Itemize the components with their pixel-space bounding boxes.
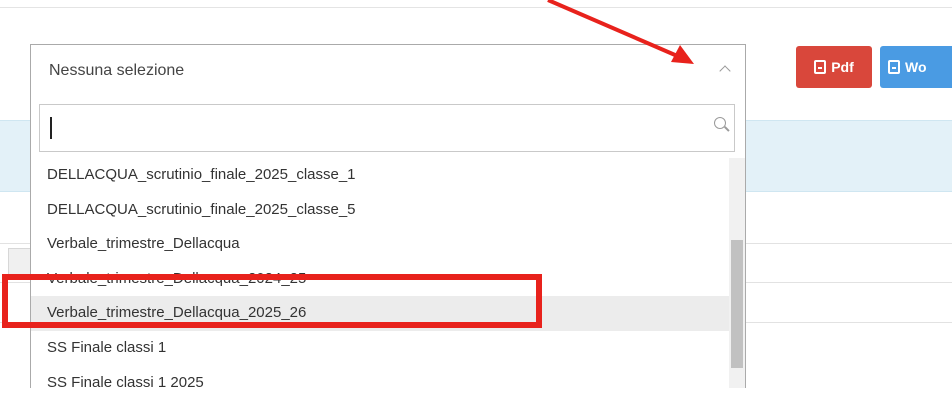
word-button[interactable]: Wo: [880, 46, 952, 88]
text-cursor: [50, 117, 52, 139]
search-icon: [714, 117, 726, 129]
chevron-up-icon[interactable]: [719, 65, 731, 77]
file-pdf-icon: [814, 60, 827, 74]
list-item[interactable]: DELLACQUA_scrutinio_finale_2025_classe_1: [31, 158, 729, 193]
scrollbar-thumb[interactable]: [731, 240, 743, 368]
select-dropdown: DELLACQUA_scrutinio_finale_2025_classe_1…: [30, 98, 746, 391]
list-item[interactable]: SS Finale classi 1: [31, 331, 729, 366]
template-select[interactable]: Nessuna selezione: [30, 44, 746, 98]
list-item[interactable]: DELLACQUA_scrutinio_finale_2025_classe_5: [31, 193, 729, 228]
select-value: Nessuna selezione: [49, 62, 185, 79]
top-divider: [0, 7, 952, 8]
search-box[interactable]: [39, 104, 735, 152]
list-item[interactable]: Verbale_trimestre_Dellacqua: [31, 227, 729, 262]
scrollbar[interactable]: [729, 158, 745, 388]
pdf-button[interactable]: Pdf: [796, 46, 872, 88]
search-input[interactable]: [56, 113, 700, 145]
file-word-icon: [888, 60, 900, 74]
pdf-button-label: Pdf: [831, 59, 854, 75]
highlight-annotation: [2, 274, 542, 328]
word-button-label: Wo: [905, 59, 927, 75]
list-item[interactable]: SS Finale classi 1 2025: [31, 366, 729, 400]
